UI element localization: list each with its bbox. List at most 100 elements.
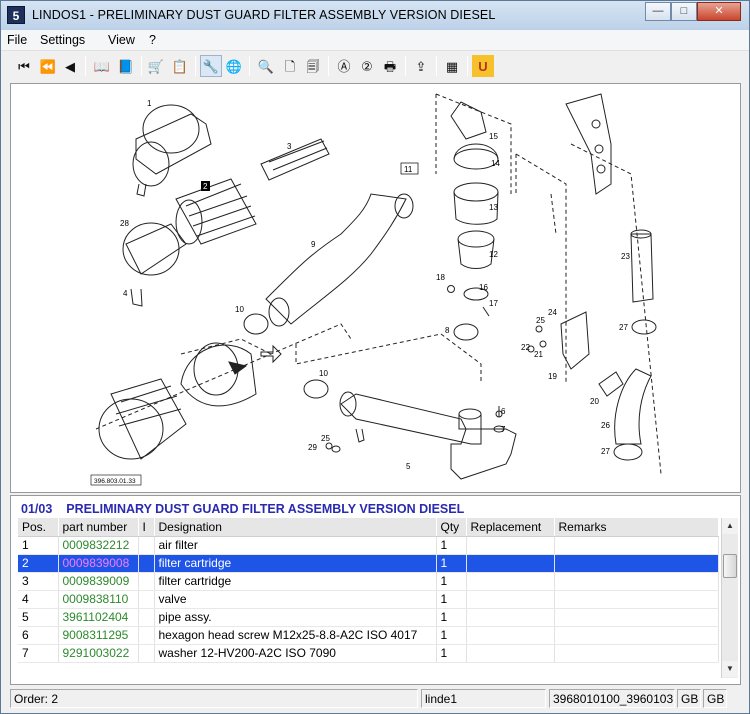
cell-pos: 5 (18, 608, 59, 627)
menu-help[interactable]: ? (149, 33, 156, 47)
cell-part-number[interactable]: 0009839009 (58, 572, 139, 591)
scroll-down-icon[interactable]: ▼ (722, 661, 738, 677)
callout: 27 (601, 447, 610, 456)
cell-pos: 7 (18, 644, 59, 663)
column-header-remarks[interactable]: Remarks (554, 518, 719, 537)
cell-remarks (554, 536, 719, 555)
scroll-up-icon[interactable]: ▲ (722, 518, 738, 534)
toolbar-separator (249, 56, 250, 76)
cell-part-number[interactable]: 0009839008 (58, 554, 139, 573)
callout: 15 (489, 132, 498, 141)
table-row[interactable]: 3 0009839009 filter cartridge 1 (18, 572, 719, 591)
column-header-i[interactable]: I (138, 518, 155, 537)
callout: 11 (404, 165, 413, 174)
status-codes: 3968010100_3960103 (549, 689, 675, 708)
cell-designation: hexagon head screw M12x25-8.8-A2C ISO 40… (154, 626, 437, 645)
first-icon[interactable]: ⏮ (13, 55, 35, 77)
close-button[interactable]: ✕ (697, 2, 741, 21)
cell-remarks (554, 572, 719, 591)
callout: 28 (120, 219, 129, 228)
cell-i (138, 626, 155, 645)
page-alt-icon[interactable]: 🗐 (302, 55, 324, 77)
tools-icon[interactable]: 🔧 (200, 55, 222, 77)
book-back-icon[interactable]: 📖 (91, 55, 113, 77)
cart-icon[interactable]: 🛒 (145, 55, 167, 77)
cell-part-number[interactable]: 9008311295 (58, 626, 139, 645)
cell-designation: washer 12-HV200-A2C ISO 7090 (154, 644, 437, 663)
grid-icon[interactable]: ▦ (441, 55, 463, 77)
cell-qty: 1 (436, 536, 467, 555)
scroll-thumb[interactable] (723, 554, 737, 578)
column-header-qty[interactable]: Qty (436, 518, 467, 537)
zoom-icon[interactable]: 🔍 (255, 55, 277, 77)
page-icon[interactable]: 🗋 (279, 55, 301, 77)
callout: 21 (534, 350, 543, 359)
cell-part-number[interactable]: 9291003022 (58, 644, 139, 663)
callout: 25 (536, 316, 545, 325)
cell-part-number[interactable]: 0009832212 (58, 536, 139, 555)
previous-page-icon[interactable]: ⏪ (37, 55, 59, 77)
menu-view[interactable]: View (108, 33, 135, 47)
cell-replacement (466, 608, 555, 627)
cell-designation: filter cartridge (154, 572, 437, 591)
export-icon[interactable]: ⇪ (410, 55, 432, 77)
column-header-part-number[interactable]: part number (58, 518, 139, 537)
parts-scrollbar[interactable]: ▲ ▼ (721, 518, 738, 678)
exploded-parts-drawing[interactable]: 1 2 3 28 4 9 10 11 15 14 13 12 18 16 17 … (10, 83, 741, 493)
toolbar-separator (328, 56, 329, 76)
minimize-button[interactable]: — (645, 2, 671, 21)
cell-part-number[interactable]: 3961102404 (58, 608, 139, 627)
previous-icon[interactable]: ◀ (59, 55, 81, 77)
drawing-lines (95, 93, 662, 480)
cell-remarks (554, 590, 719, 609)
search-2-icon[interactable]: ② (356, 55, 378, 77)
callout: 19 (548, 372, 557, 381)
cell-pos: 3 (18, 572, 59, 591)
menu-file[interactable]: File (7, 33, 27, 47)
callout: 2 (203, 182, 208, 191)
table-row-selected[interactable]: 2 0009839008 filter cartridge 1 (18, 554, 719, 573)
toolbar-separator (436, 56, 437, 76)
cell-remarks (554, 644, 719, 663)
menu-settings[interactable]: Settings (40, 33, 85, 47)
cell-qty: 1 (436, 572, 467, 591)
cell-part-number[interactable]: 0009838110 (58, 590, 139, 609)
cell-i (138, 590, 155, 609)
table-row[interactable]: 1 0009832212 air filter 1 (18, 536, 719, 555)
cell-qty: 1 (436, 644, 467, 663)
u-icon[interactable]: U (472, 55, 494, 77)
toolbar-separator (405, 56, 406, 76)
table-row[interactable]: 6 9008311295 hexagon head screw M12x25-8… (18, 626, 719, 645)
cell-i (138, 536, 155, 555)
cell-designation: filter cartridge (154, 554, 437, 573)
callout: 8 (445, 326, 450, 335)
parts-table: Pos. part number I Designation Qty Repla… (18, 518, 719, 663)
table-row[interactable]: 7 9291003022 washer 12-HV200-A2C ISO 709… (18, 644, 719, 663)
callout: 23 (621, 252, 630, 261)
toolbar-separator (141, 56, 142, 76)
cell-qty: 1 (436, 608, 467, 627)
globe-icon[interactable]: 🌐 (223, 55, 245, 77)
column-header-designation[interactable]: Designation (154, 518, 437, 537)
cell-replacement (466, 554, 555, 573)
callout: 4 (123, 289, 128, 298)
print-icon[interactable]: 🖶 (379, 55, 401, 77)
order-list-icon[interactable]: 📋 (169, 55, 191, 77)
table-row[interactable]: 5 3961102404 pipe assy. 1 (18, 608, 719, 627)
cell-designation: pipe assy. (154, 608, 437, 627)
callout: 10 (319, 369, 328, 378)
maximize-button[interactable]: □ (671, 2, 697, 21)
book-forward-icon[interactable]: 📘 (115, 55, 137, 77)
column-header-replacement[interactable]: Replacement (466, 518, 555, 537)
cell-i (138, 644, 155, 663)
status-user: linde1 (421, 689, 546, 708)
table-row[interactable]: 4 0009838110 valve 1 (18, 590, 719, 609)
search-a-icon[interactable]: Ⓐ (333, 55, 355, 77)
cell-replacement (466, 626, 555, 645)
title-bar[interactable]: 5 LINDOS1 - PRELIMINARY DUST GUARD FILTE… (1, 1, 749, 30)
callout: 27 (619, 323, 628, 332)
callout: 7 (501, 425, 506, 434)
callout: 17 (489, 299, 498, 308)
window-title: LINDOS1 - PRELIMINARY DUST GUARD FILTER … (32, 8, 496, 22)
column-header-pos[interactable]: Pos. (18, 518, 59, 537)
